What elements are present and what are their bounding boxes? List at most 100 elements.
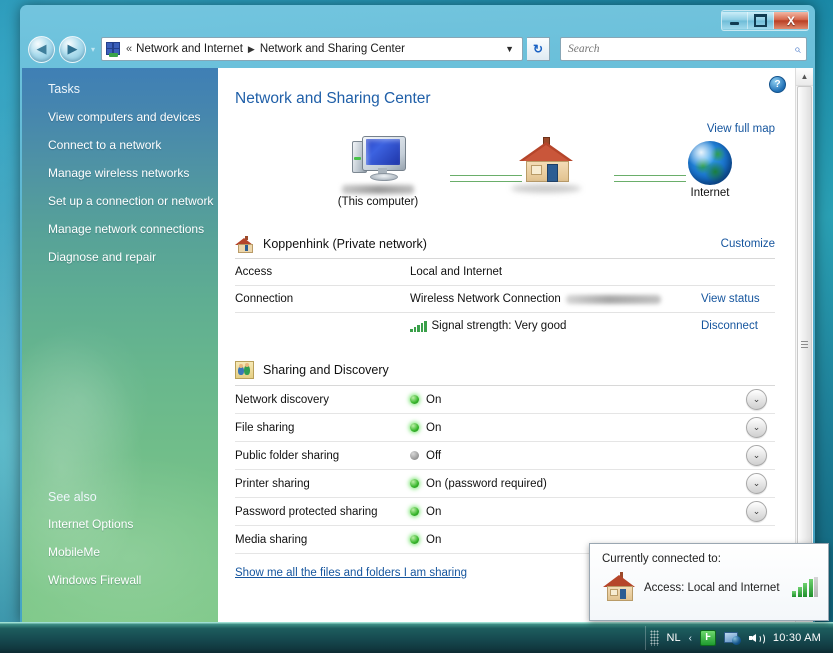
house-network-icon (517, 137, 575, 183)
see-also-heading: See also (48, 490, 141, 504)
language-indicator[interactable]: NL (667, 632, 681, 644)
tray-grip-icon[interactable] (650, 630, 659, 646)
search-input[interactable] (566, 42, 794, 56)
breadcrumb-item-network-and-sharing-center[interactable]: Network and Sharing Center (260, 43, 405, 55)
sharing-status: On (410, 422, 746, 434)
sharing-row-printer-sharing: Printer sharing On (password required) ⌄ (235, 470, 775, 498)
network-map: (This computer) Internet (218, 135, 795, 220)
signal-value-wrap: Signal strength: Very good (410, 320, 701, 332)
currently-connected-popup[interactable]: Currently connected to: Access: Local an… (589, 543, 829, 621)
view-status-link[interactable]: View status (701, 293, 775, 305)
connection-label: Connection (235, 293, 410, 305)
address-dropdown-icon[interactable]: ▼ (499, 44, 520, 54)
popup-title: Currently connected to: (602, 553, 818, 565)
sharing-status-text: On (426, 422, 441, 434)
navigation-toolbar: ◀ ▶ ▾ « Network and Internet ▶ Network a… (20, 34, 815, 64)
address-bar[interactable]: « Network and Internet ▶ Network and Sha… (101, 37, 523, 61)
volume-icon[interactable] (749, 631, 765, 645)
sharing-status: On (password required) (410, 478, 746, 490)
recent-pages-dropdown[interactable]: ▾ (91, 45, 95, 54)
search-icon: ⌕ (794, 42, 801, 57)
sidebar-item-diagnose-and-repair[interactable]: Diagnose and repair (48, 250, 156, 264)
sharing-label: Media sharing (235, 534, 410, 546)
sidebar-item-view-computers-and-devices[interactable]: View computers and devices (48, 110, 201, 124)
vertical-scrollbar[interactable]: ▲ (795, 68, 813, 623)
sharing-status: On (410, 506, 746, 518)
content-area: ? Network and Sharing Center View full m… (218, 68, 795, 623)
tray-expand-chevron-icon[interactable]: ‹ (689, 633, 692, 644)
sidebar-item-internet-options[interactable]: Internet Options (48, 517, 133, 531)
expand-printer-sharing-chevron-down-icon[interactable]: ⌄ (746, 473, 767, 494)
scroll-up-button[interactable]: ▲ (796, 68, 813, 86)
access-label: Access (235, 266, 410, 278)
map-node-computer-label: (This computer) (318, 196, 438, 208)
computer-icon (350, 135, 406, 183)
sharing-heading: Sharing and Discovery (263, 363, 389, 377)
network-name-redacted (511, 184, 581, 193)
tasks-sidebar: Tasks View computers and devices Connect… (22, 68, 218, 623)
help-icon[interactable]: ? (769, 76, 786, 93)
sharing-section-header: Sharing and Discovery (235, 361, 775, 386)
breadcrumb-separator-icon[interactable]: ▶ (248, 44, 255, 55)
see-also-list: See also Internet Options MobileMe Windo… (48, 490, 141, 601)
forward-button[interactable]: ▶ (59, 36, 86, 63)
refresh-button[interactable]: ↻ (527, 37, 550, 61)
sharing-status: On (410, 394, 746, 406)
sidebar-item-mobileme[interactable]: MobileMe (48, 545, 100, 559)
breadcrumb-overflow[interactable]: « (126, 43, 132, 55)
security-icon[interactable]: Ⱶ (700, 630, 716, 646)
close-button[interactable]: X (774, 12, 808, 29)
expand-password-protected-sharing-chevron-down-icon[interactable]: ⌄ (746, 501, 767, 522)
expand-public-folder-sharing-chevron-down-icon[interactable]: ⌄ (746, 445, 767, 466)
window-titlebar[interactable]: X (20, 5, 815, 34)
status-dot-on (410, 507, 419, 516)
signal-strength-value: Signal strength: Very good (432, 320, 567, 332)
map-node-this-computer[interactable]: (This computer) (318, 135, 438, 208)
signal-bars-icon (410, 321, 427, 332)
sharing-label: Network discovery (235, 394, 410, 406)
window-body: Tasks View computers and devices Connect… (22, 68, 813, 623)
system-tray: NL ‹ Ⱶ 10:30 AM (645, 626, 827, 650)
sharing-status-text: Off (426, 450, 441, 462)
sharing-row-public-folder-sharing: Public folder sharing Off ⌄ (235, 442, 775, 470)
sidebar-item-connect-to-a-network[interactable]: Connect to a network (48, 138, 161, 152)
expand-file-sharing-chevron-down-icon[interactable]: ⌄ (746, 417, 767, 438)
network-detail-row-signal: Signal strength: Very good Disconnect (235, 313, 775, 339)
popup-network-info: Access: Local and Internet (644, 578, 780, 596)
sharing-status-text: On (password required) (426, 478, 547, 490)
popup-network-row: Access: Local and Internet (602, 572, 818, 602)
globe-internet-icon (688, 141, 732, 185)
sharing-status: Off (410, 450, 746, 462)
status-dot-on (410, 423, 419, 432)
sharing-label: Public folder sharing (235, 450, 410, 462)
sidebar-item-manage-network-connections[interactable]: Manage network connections (48, 222, 204, 236)
connection-value-wrap: Wireless Network Connection (410, 293, 701, 305)
sharing-status-text: On (426, 506, 441, 518)
tasks-list: Tasks View computers and devices Connect… (22, 68, 218, 264)
map-node-internet[interactable]: Internet (650, 141, 770, 199)
sidebar-item-manage-wireless-networks[interactable]: Manage wireless networks (48, 166, 189, 180)
sharing-rows: Network discovery On ⌄ File sharing (235, 386, 775, 554)
expand-network-discovery-chevron-down-icon[interactable]: ⌄ (746, 389, 767, 410)
customize-link[interactable]: Customize (721, 238, 775, 250)
sidebar-item-set-up-a-connection-or-network[interactable]: Set up a connection or network (48, 194, 213, 208)
search-box[interactable]: ⌕ (560, 37, 807, 61)
minimize-button[interactable] (722, 12, 748, 29)
disconnect-link[interactable]: Disconnect (701, 320, 775, 332)
clock[interactable]: 10:30 AM (773, 632, 821, 644)
back-button[interactable]: ◀ (28, 36, 55, 63)
network-icon[interactable] (724, 631, 741, 645)
network-folder-icon (105, 41, 121, 57)
computer-name-redacted (342, 185, 414, 194)
map-node-network[interactable] (486, 137, 606, 193)
network-detail-row-access: Access Local and Internet (235, 259, 775, 286)
sharing-label: File sharing (235, 422, 410, 434)
sharing-status-text: On (426, 534, 441, 546)
view-full-map-link[interactable]: View full map (707, 123, 775, 135)
map-node-internet-label: Internet (650, 187, 770, 199)
sidebar-item-windows-firewall[interactable]: Windows Firewall (48, 573, 141, 587)
status-dot-on (410, 535, 419, 544)
scroll-thumb[interactable] (797, 86, 812, 604)
maximize-button[interactable] (748, 12, 774, 29)
breadcrumb-item-network-and-internet[interactable]: Network and Internet (136, 43, 243, 55)
